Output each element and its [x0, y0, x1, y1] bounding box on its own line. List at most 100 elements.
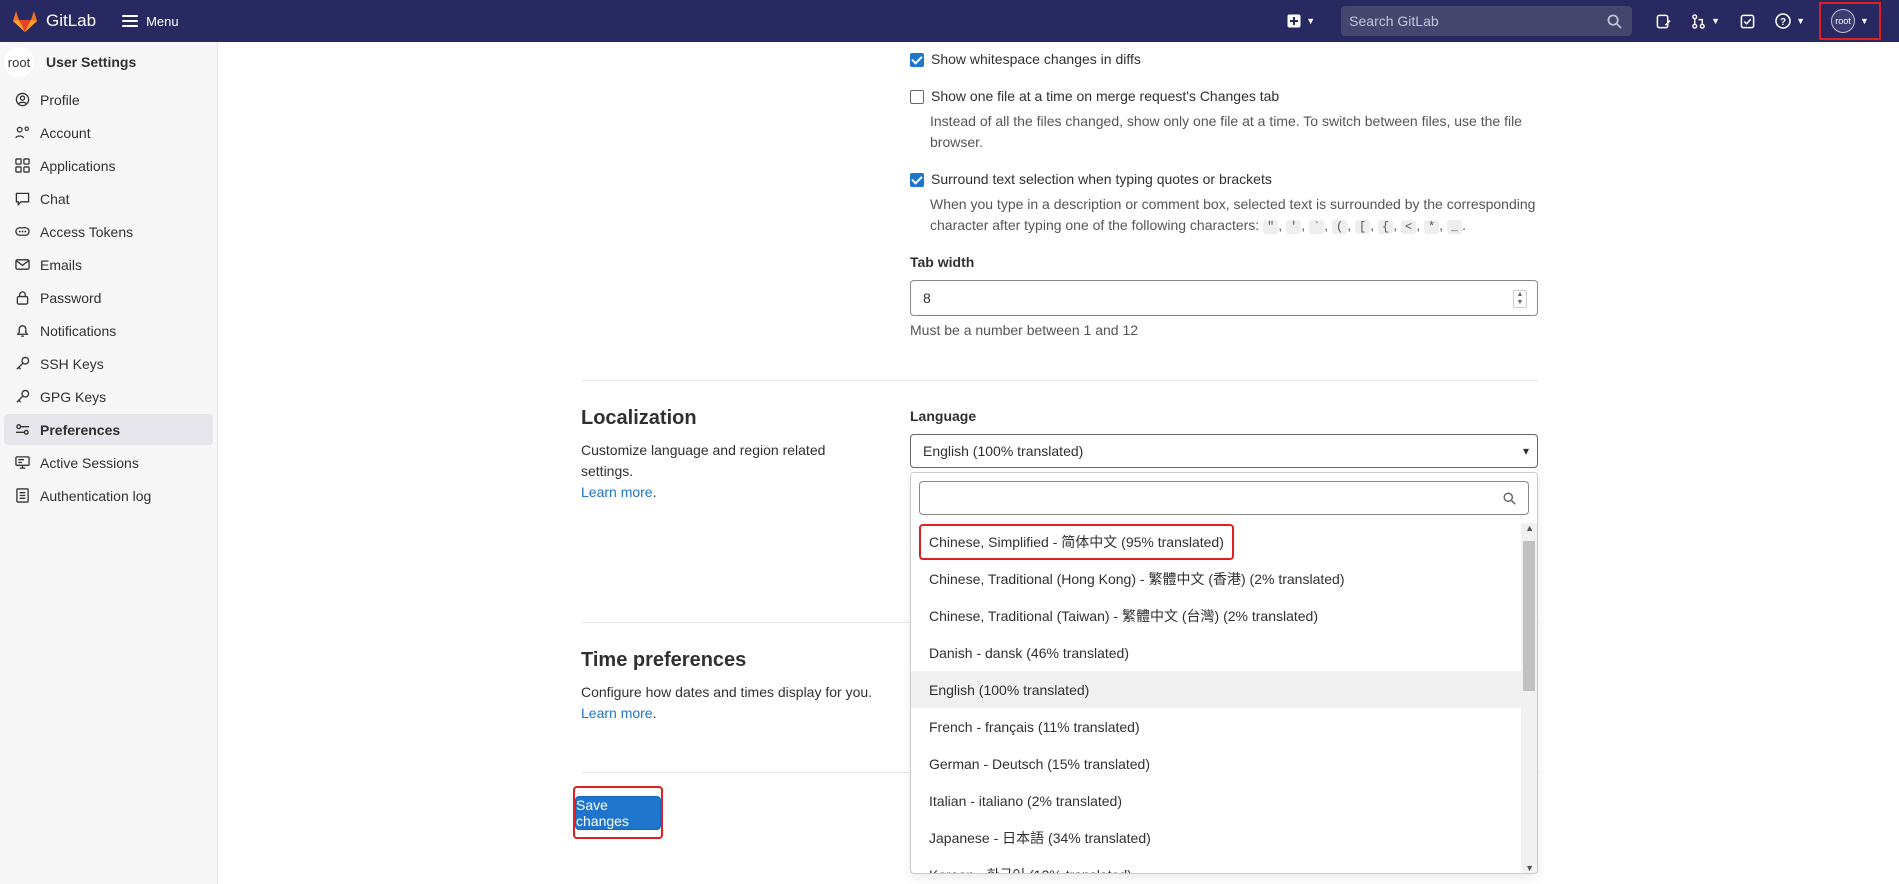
sidebar-header[interactable]: root User Settings: [0, 42, 217, 82]
sidebar-item-label: Emails: [40, 256, 83, 273]
number-spinner[interactable]: ▲ ▼: [1513, 290, 1527, 308]
menu-button[interactable]: Menu: [122, 14, 179, 29]
sidebar-item-chat[interactable]: Chat: [4, 183, 213, 214]
surround-char: *: [1423, 220, 1440, 234]
language-option-label: Chinese, Traditional (Taiwan) - 繁體中文 (台灣…: [929, 607, 1319, 624]
dropdown-scrollbar[interactable]: ▲ ▼: [1521, 523, 1537, 873]
one-file-label: Show one file at a time on merge request…: [931, 88, 1280, 104]
language-label: Language: [910, 408, 977, 424]
search-icon: [1503, 492, 1516, 505]
main-content: Show whitespace changes in diffs Show on…: [218, 42, 1899, 884]
surround-checkbox[interactable]: [910, 173, 924, 187]
one-file-help: Instead of all the files changed, show o…: [930, 113, 1522, 150]
language-option[interactable]: Korean - 한국어 (13% translated): [911, 856, 1521, 874]
token-icon: [14, 224, 30, 240]
sidebar-item-label: Authentication log: [40, 487, 152, 504]
key-icon: [14, 356, 30, 372]
surround-option[interactable]: Surround text selection when typing quot…: [910, 171, 1272, 187]
svg-text:?: ?: [1780, 17, 1786, 28]
language-options: Chinese, Simplified - 简体中文 (95% translat…: [911, 523, 1521, 874]
time-preferences-desc: Configure how dates and times display fo…: [581, 684, 873, 721]
language-option[interactable]: German - Deutsch (15% translated): [911, 745, 1521, 782]
language-option[interactable]: Chinese, Simplified - 简体中文 (95% translat…: [911, 523, 1521, 560]
sidebar-item-label: Applications: [40, 157, 116, 174]
scroll-thumb[interactable]: [1523, 541, 1535, 691]
divider: [581, 380, 1539, 381]
localization-title: Localization: [581, 407, 697, 429]
language-search-input[interactable]: [919, 481, 1529, 515]
save-changes-button[interactable]: Save changes: [575, 795, 661, 830]
user-menu-button[interactable]: root ▼: [1819, 2, 1881, 40]
chevron-down-icon: ▼: [1796, 16, 1805, 26]
save-highlight: Save changes: [573, 786, 663, 839]
sidebar-item-notifications[interactable]: Notifications: [4, 315, 213, 346]
localization-learn-more-link[interactable]: Learn more: [581, 484, 653, 500]
surround-char: `: [1309, 220, 1325, 234]
sidebar-item-label: Preferences: [40, 421, 121, 438]
lock-icon: [14, 290, 30, 306]
sidebar-item-profile[interactable]: Profile: [4, 84, 213, 115]
tab-width-input[interactable]: 8 ▲ ▼: [910, 280, 1538, 316]
time-learn-more-link[interactable]: Learn more: [581, 705, 653, 721]
menu-label: Menu: [146, 13, 179, 29]
surround-char: {: [1378, 220, 1394, 234]
gitlab-home-link[interactable]: GitLab: [12, 9, 96, 33]
top-navbar: GitLab Menu ▼ Search GitLab ▼ ? ▼ root ▼: [0, 0, 1899, 42]
issues-button[interactable]: [1656, 14, 1671, 29]
sidebar-item-active-sessions[interactable]: Active Sessions: [4, 447, 213, 478]
preferences-icon: [14, 422, 30, 438]
scroll-down-icon[interactable]: ▼: [1525, 863, 1534, 873]
one-file-checkbox[interactable]: [910, 90, 924, 104]
language-option[interactable]: Danish - dansk (46% translated): [911, 634, 1521, 671]
todos-button[interactable]: [1740, 14, 1755, 29]
search-placeholder: Search GitLab: [1349, 13, 1439, 29]
sidebar-item-label: Password: [40, 289, 102, 306]
avatar: root: [1831, 9, 1856, 33]
one-file-option[interactable]: Show one file at a time on merge request…: [910, 88, 1279, 104]
surround-char: [: [1355, 220, 1371, 234]
language-option[interactable]: Japanese - 日本語 (34% translated): [911, 819, 1521, 856]
language-select[interactable]: English (100% translated) ▾: [910, 434, 1538, 468]
chevron-down-icon: ▾: [1522, 444, 1529, 458]
sidebar-item-label: Account: [40, 124, 91, 141]
language-option[interactable]: Chinese, Traditional (Hong Kong) - 繁體中文 …: [911, 560, 1521, 597]
account-icon: [14, 125, 30, 141]
sidebar-item-label: Active Sessions: [40, 454, 139, 471]
merge-request-icon: [1692, 13, 1705, 29]
language-option[interactable]: English (100% translated): [911, 671, 1521, 708]
language-option-label: Italian - italiano (2% translated): [929, 792, 1122, 809]
language-option-label: French - français (11% translated): [929, 718, 1140, 735]
sidebar-item-ssh-keys[interactable]: SSH Keys: [4, 348, 213, 379]
language-option[interactable]: Chinese, Traditional (Taiwan) - 繁體中文 (台灣…: [911, 597, 1521, 634]
surround-label: Surround text selection when typing quot…: [931, 171, 1272, 187]
applications-icon: [14, 158, 30, 174]
sidebar-item-preferences[interactable]: Preferences: [4, 414, 213, 445]
help-button[interactable]: ? ▼: [1775, 13, 1805, 29]
search-input[interactable]: Search GitLab: [1341, 6, 1633, 36]
brand-name: GitLab: [46, 11, 97, 30]
language-option[interactable]: Italian - italiano (2% translated): [911, 782, 1521, 819]
sidebar-item-label: Access Tokens: [40, 223, 134, 240]
surround-char: <: [1400, 220, 1417, 234]
sidebar-item-emails[interactable]: Emails: [4, 249, 213, 280]
merge-requests-button[interactable]: ▼: [1691, 13, 1720, 29]
sidebar-item-authentication-log[interactable]: Authentication log: [4, 480, 213, 511]
time-preferences-title: Time preferences: [581, 649, 747, 671]
surround-char: (: [1332, 220, 1348, 234]
language-option-label: Japanese - 日本語 (34% translated): [929, 829, 1151, 846]
sidebar-item-applications[interactable]: Applications: [4, 150, 213, 181]
language-option[interactable]: French - français (11% translated): [911, 708, 1521, 745]
new-dropdown-button[interactable]: ▼: [1287, 14, 1315, 28]
scroll-up-icon[interactable]: ▲: [1525, 523, 1534, 533]
sidebar-item-gpg-keys[interactable]: GPG Keys: [4, 381, 213, 412]
sidebar-item-label: Chat: [40, 190, 70, 207]
sidebar-item-access-tokens[interactable]: Access Tokens: [4, 216, 213, 247]
surround-help: When you type in a description or commen…: [930, 196, 1536, 234]
sidebar-item-password[interactable]: Password: [4, 282, 213, 313]
whitespace-option[interactable]: Show whitespace changes in diffs: [910, 51, 1141, 67]
monitor-icon: [14, 455, 30, 471]
sidebar-item-label: Notifications: [40, 322, 117, 339]
help-icon: ?: [1775, 13, 1791, 29]
whitespace-checkbox[interactable]: [910, 53, 924, 67]
sidebar-item-account[interactable]: Account: [4, 117, 213, 148]
